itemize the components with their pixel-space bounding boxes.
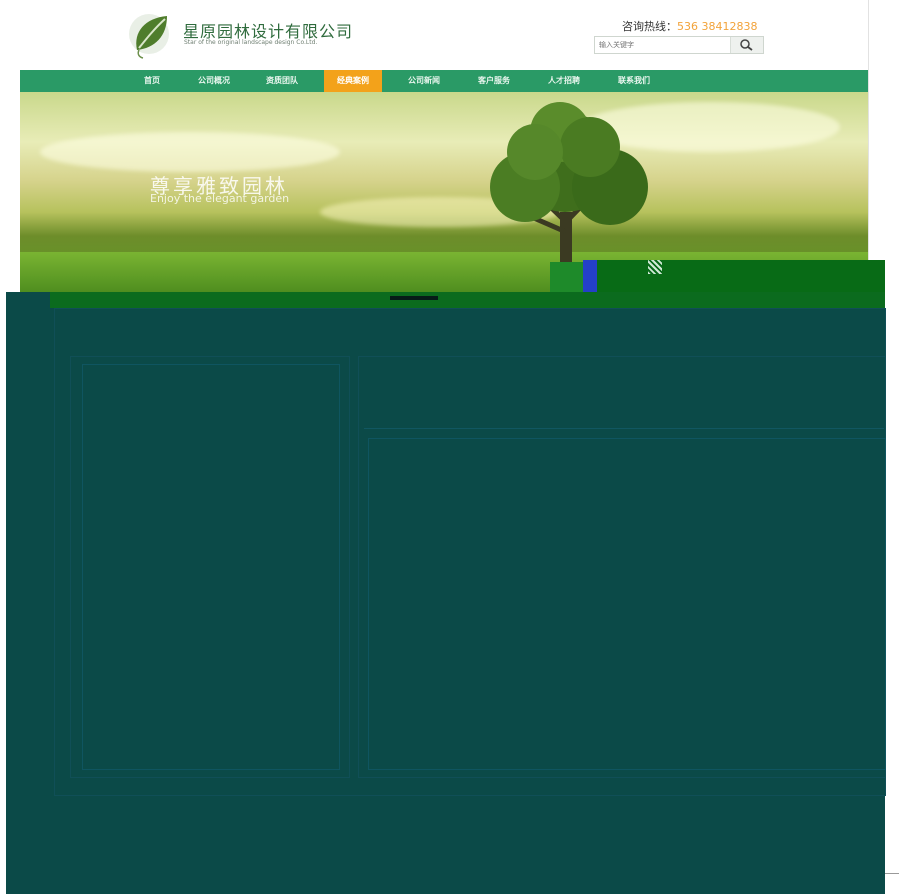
hotline-label: 咨询热线： bbox=[622, 20, 677, 33]
sidebar-inner bbox=[82, 364, 340, 770]
nav-item-contact[interactable]: 联系我们 bbox=[608, 70, 660, 92]
overlay-top-band bbox=[50, 292, 885, 308]
nav-item-team[interactable]: 资质团队 bbox=[256, 70, 308, 92]
search-button[interactable] bbox=[730, 37, 763, 53]
nav-item-news[interactable]: 公司新闻 bbox=[398, 70, 450, 92]
glitch-pattern bbox=[648, 260, 662, 274]
page-edge-divider bbox=[868, 0, 869, 260]
search-input[interactable] bbox=[595, 37, 729, 53]
overlay-bar bbox=[390, 296, 438, 300]
glitch-block bbox=[583, 260, 597, 292]
banner-subtitle: Enjoy the elegant garden bbox=[150, 192, 290, 205]
hotline: 咨询热线：536 38412838 bbox=[622, 18, 757, 34]
glitch-block bbox=[597, 260, 885, 292]
nav-item-service[interactable]: 客户服务 bbox=[468, 70, 520, 92]
nav-item-cases[interactable]: 经典案例 bbox=[324, 70, 382, 92]
main-nav: 首页 公司概况 资质团队 经典案例 公司新闻 客户服务 人才招聘 联系我们 bbox=[20, 70, 868, 92]
nav-item-home[interactable]: 首页 bbox=[132, 70, 172, 92]
search-box bbox=[594, 36, 764, 54]
nav-item-jobs[interactable]: 人才招聘 bbox=[538, 70, 590, 92]
company-tagline: Star of the original landscape design Co… bbox=[184, 39, 318, 46]
site-header: 星原园林设计有限公司 Star of the original landscap… bbox=[0, 0, 870, 70]
main-panel-inner bbox=[368, 438, 886, 770]
banner-cloud bbox=[40, 132, 340, 172]
footer-divider bbox=[885, 873, 899, 874]
leaf-logo-icon[interactable] bbox=[127, 10, 175, 60]
nav-item-company[interactable]: 公司概况 bbox=[188, 70, 240, 92]
search-icon bbox=[740, 39, 753, 51]
hotline-number: 536 38412838 bbox=[677, 20, 758, 33]
main-panel-divider bbox=[364, 428, 884, 429]
